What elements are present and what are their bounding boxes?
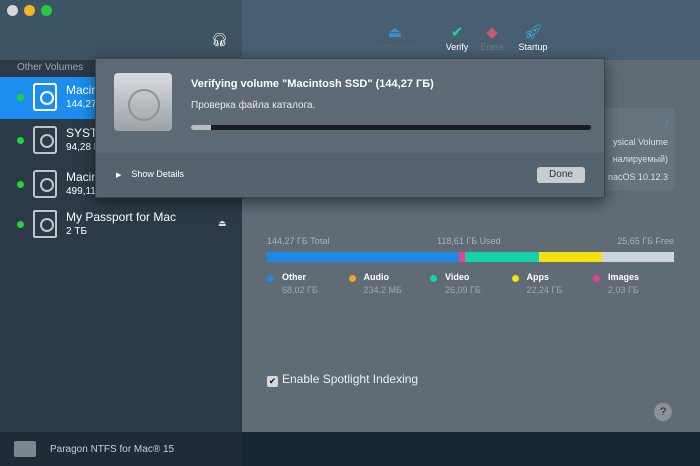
legend-name: Images xyxy=(608,272,640,282)
support-headset-icon[interactable]: 🎧︎ xyxy=(211,32,228,48)
legend-name: Video xyxy=(445,272,470,282)
legend-dot xyxy=(430,275,437,282)
used-label: 118,61 ГБ Used xyxy=(437,236,501,246)
spotlight-checkbox[interactable]: ✔ Enable Spotlight Indexing xyxy=(267,372,418,387)
legend-dot xyxy=(511,275,519,282)
eject-icon: ⏏ xyxy=(387,24,403,41)
dialog-footer: ▶ Show Details xyxy=(96,153,604,197)
volume-name: My Passport for Mac xyxy=(66,210,177,224)
usage-segment-video xyxy=(464,252,539,262)
legend-dot xyxy=(593,275,600,282)
usage-bar xyxy=(267,252,674,262)
section-header: Other Volumes xyxy=(17,62,84,73)
zoom-button[interactable] xyxy=(41,5,52,16)
erase-label: Erase xyxy=(480,42,504,52)
toolbar: ⏏ Unmount ✔ Verify ◆ Erase 🚀︎ Startup xyxy=(242,0,700,60)
hard-drive-icon xyxy=(114,73,172,131)
legend-value: 22,24 ГБ xyxy=(526,285,563,295)
legend-name: Other xyxy=(282,272,307,282)
legend-name: Apps xyxy=(526,272,550,282)
legend-dot xyxy=(348,275,356,282)
unmount-label: Unmount xyxy=(376,42,414,52)
spotlight-label: Enable Spotlight Indexing xyxy=(282,372,419,386)
volume-item[interactable]: My Passport for Mac 2 ТБ ⏏ xyxy=(0,204,242,246)
verify-label: Verify xyxy=(445,42,469,52)
startup-label: Startup xyxy=(518,42,548,52)
eject-icon[interactable]: ⏏ xyxy=(218,218,227,229)
disk-icon xyxy=(33,126,57,154)
help-button[interactable]: ? xyxy=(654,403,672,421)
volume-format: налируемый) xyxy=(612,154,668,164)
checkbox-check-icon: ✔ xyxy=(267,376,278,387)
usage-segment-other xyxy=(267,252,460,262)
show-details-toggle[interactable]: ▶ Show Details xyxy=(116,169,184,179)
free-label: 25,65 ГБ Free xyxy=(617,236,674,246)
volume-size: 2 ТБ xyxy=(66,226,88,237)
external-disk-icon xyxy=(33,210,57,238)
dialog-title: Verifying volume "Macintosh SSD" (144,27… xyxy=(191,78,434,90)
disk-icon xyxy=(33,170,57,198)
usage-segment-free xyxy=(601,252,674,262)
paragon-logo-icon xyxy=(14,441,36,457)
legend-name: Audio xyxy=(363,272,390,282)
mounted-indicator xyxy=(17,221,24,228)
legend-value: 68,02 ГБ xyxy=(282,285,318,295)
disk-icon xyxy=(33,83,57,111)
disclosure-triangle-icon: ▶ xyxy=(116,172,122,179)
verify-dialog: Verifying volume "Macintosh SSD" (144,27… xyxy=(95,58,605,198)
done-button[interactable]: Done xyxy=(537,167,585,183)
sidebar-footer: Paragon NTFS for Mac® 15 xyxy=(0,432,242,466)
startup-button[interactable]: 🚀︎ Startup xyxy=(508,24,558,52)
legend-dot xyxy=(267,275,274,282)
legend-value: 2,03 ГБ xyxy=(608,285,639,295)
rocket-icon: 🚀︎ xyxy=(523,24,543,41)
usage-segment-apps xyxy=(538,252,602,262)
mounted-indicator xyxy=(17,94,24,101)
mounted-indicator xyxy=(17,181,24,188)
dialog-status: Проверка файла каталога. xyxy=(191,100,316,111)
unmount-button[interactable]: ⏏ Unmount xyxy=(370,24,420,52)
legend-value: 234,2 МБ xyxy=(363,285,402,295)
show-details-label: Show Details xyxy=(131,169,184,179)
close-button[interactable] xyxy=(7,5,18,16)
sidebar-header: 🎧︎ xyxy=(0,0,242,60)
volume-type: ysical Volume xyxy=(612,137,668,147)
mounted-indicator xyxy=(17,137,24,144)
progress-fill xyxy=(191,125,211,130)
bottom-bar xyxy=(242,432,700,466)
minimize-button[interactable] xyxy=(24,5,35,16)
volume-os: nacOS 10.12.3 xyxy=(607,172,668,182)
legend-value: 26,09 ГБ xyxy=(445,285,481,295)
total-label: 144,27 ГБ Total xyxy=(267,236,330,246)
progress-bar xyxy=(191,125,591,130)
mount-point: / xyxy=(665,118,668,128)
app-name: Paragon NTFS for Mac® 15 xyxy=(50,444,175,455)
